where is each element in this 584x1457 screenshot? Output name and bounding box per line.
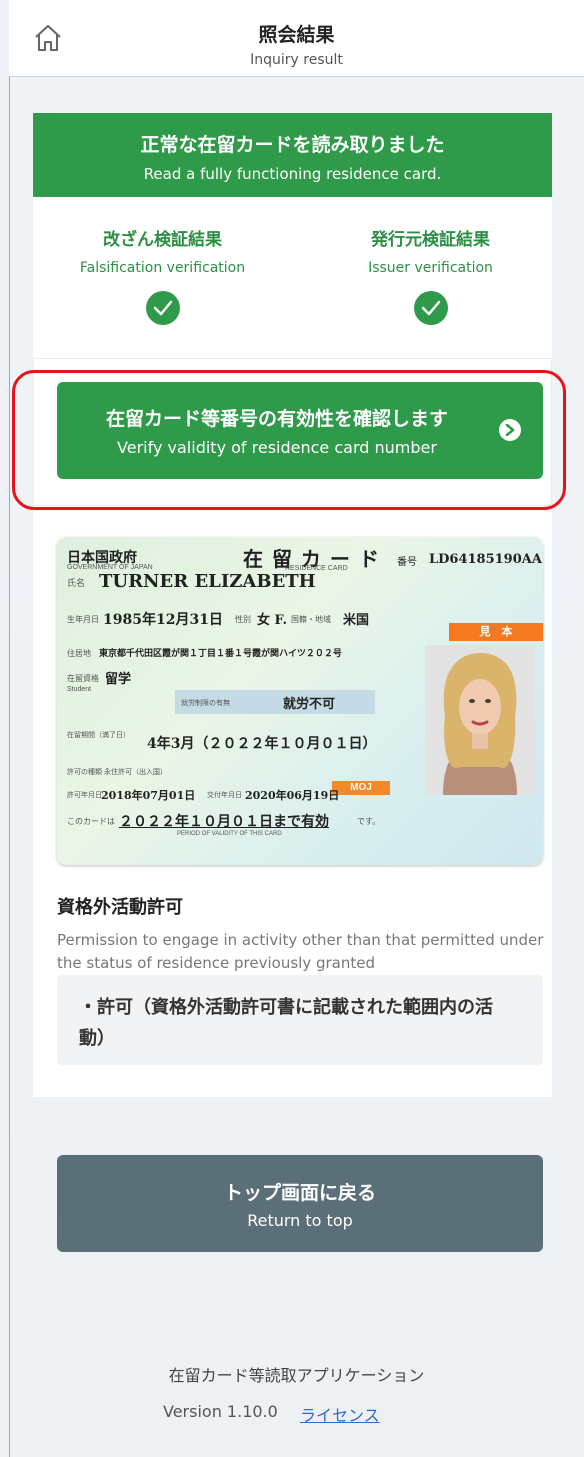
card-period-label: 在留期間（満了日） xyxy=(67,732,130,739)
card-work-label: 就労制限の有無 xyxy=(181,700,230,707)
card-address: 東京都千代田区霞が関１丁目１番１号霞が関ハイツ２０２号 xyxy=(99,649,342,659)
verify-label-jp: 在留カード等番号の有効性を確認します xyxy=(105,408,448,430)
card-nationality: 米国 xyxy=(343,613,370,628)
card-gov-en: GOVERNMENT OF JAPAN xyxy=(67,564,153,571)
permission-value-box: ・許可（資格外活動許可書に記載された範囲内の活動） xyxy=(57,975,543,1065)
residence-card-image: 日本国政府 GOVERNMENT OF JAPAN 在 留 カ ー ド RESI… xyxy=(57,537,543,865)
card-valid-until: ２０２２年１０月０１日まで有効 xyxy=(119,814,329,830)
verify-label-en: Verify validity of residence card number xyxy=(117,438,437,457)
card-nationality-label: 国籍・地域 xyxy=(291,615,331,624)
card-work: 就労不可 xyxy=(283,697,336,712)
card-sex: 女 F. xyxy=(257,613,287,628)
footer-version: Version 1.10.0 xyxy=(163,1402,278,1421)
card-issue-label: 交付年月日 xyxy=(207,792,242,799)
verify-card-number-button[interactable]: 在留カード等番号の有効性を確認します Verify validity of re… xyxy=(57,382,543,479)
card-number: LD64185190AA xyxy=(429,552,542,567)
card-dob-label: 生年月日 xyxy=(67,615,99,624)
permission-title: 資格外活動許可 xyxy=(57,897,183,918)
footer-app-name: 在留カード等読取アプリケーション xyxy=(168,1366,425,1385)
issuer-label-jp: 発行元検証結果 xyxy=(371,230,490,250)
falsification-label-jp: 改ざん検証結果 xyxy=(103,230,222,250)
return-to-top-button[interactable]: トップ画面に戻る Return to top xyxy=(57,1155,543,1252)
card-period: 4年3月（２０２２年１０月０１日） xyxy=(147,736,377,752)
card-valid-prefix: このカードは xyxy=(67,817,115,826)
card-name-label: 氏名 xyxy=(67,578,86,588)
card-moj-mark: MOJ xyxy=(332,781,390,795)
falsification-label-en: Falsification verification xyxy=(79,260,246,276)
check-circle-icon xyxy=(413,291,448,325)
page-title: 照会結果 xyxy=(258,24,335,46)
card-status: 留学 xyxy=(105,672,132,687)
card-name: TURNER ELIZABETH xyxy=(99,571,316,592)
permission-value: ・許可（資格外活動許可書に記載された範囲内の活動） xyxy=(79,997,493,1049)
card-status-label: 在留資格 xyxy=(67,674,99,683)
license-link[interactable]: ライセンス xyxy=(300,1402,380,1426)
card-valid-en: PERIOD OF VALIDITY OF THIS CARD xyxy=(177,831,282,837)
card-valid-suffix: です。 xyxy=(357,817,381,826)
page-subtitle: Inquiry result xyxy=(250,52,343,68)
card-photo xyxy=(425,645,535,795)
card-number-label: 番号 xyxy=(397,557,417,568)
status-title-en: Read a fully functioning residence card. xyxy=(143,165,442,183)
return-label-jp: トップ画面に戻る xyxy=(223,1182,376,1204)
card-status-en: Student xyxy=(67,686,92,693)
card-permit-date: 2018年07月01日 xyxy=(101,789,196,802)
falsification-check: 改ざん検証結果 Falsification verification xyxy=(33,225,292,325)
card-sample-label: 見 本 xyxy=(449,623,543,641)
card-issue-date: 2020年06月19日 xyxy=(245,789,340,802)
header: 照会結果 Inquiry result xyxy=(9,0,584,77)
chevron-right-icon xyxy=(499,419,521,441)
card-permit-date-label: 許可年月日 xyxy=(67,792,102,799)
status-title-jp: 正常な在留カードを読み取りました xyxy=(140,134,445,156)
card-sex-label: 性別 xyxy=(235,615,251,624)
issuer-label-en: Issuer verification xyxy=(368,260,493,276)
card-address-label: 住居地 xyxy=(67,649,91,658)
card-dob: 1985年12月31日 xyxy=(103,612,223,628)
card-permit-type: 許可の種類 永住許可（出入国） xyxy=(67,769,167,776)
permission-description: Permission to engage in activity other t… xyxy=(57,931,544,972)
check-circle-icon xyxy=(145,291,180,325)
issuer-check: 発行元検証結果 Issuer verification xyxy=(301,225,560,325)
return-label-en: Return to top xyxy=(247,1211,353,1230)
status-banner: 正常な在留カードを読み取りました Read a fully functionin… xyxy=(33,113,552,197)
